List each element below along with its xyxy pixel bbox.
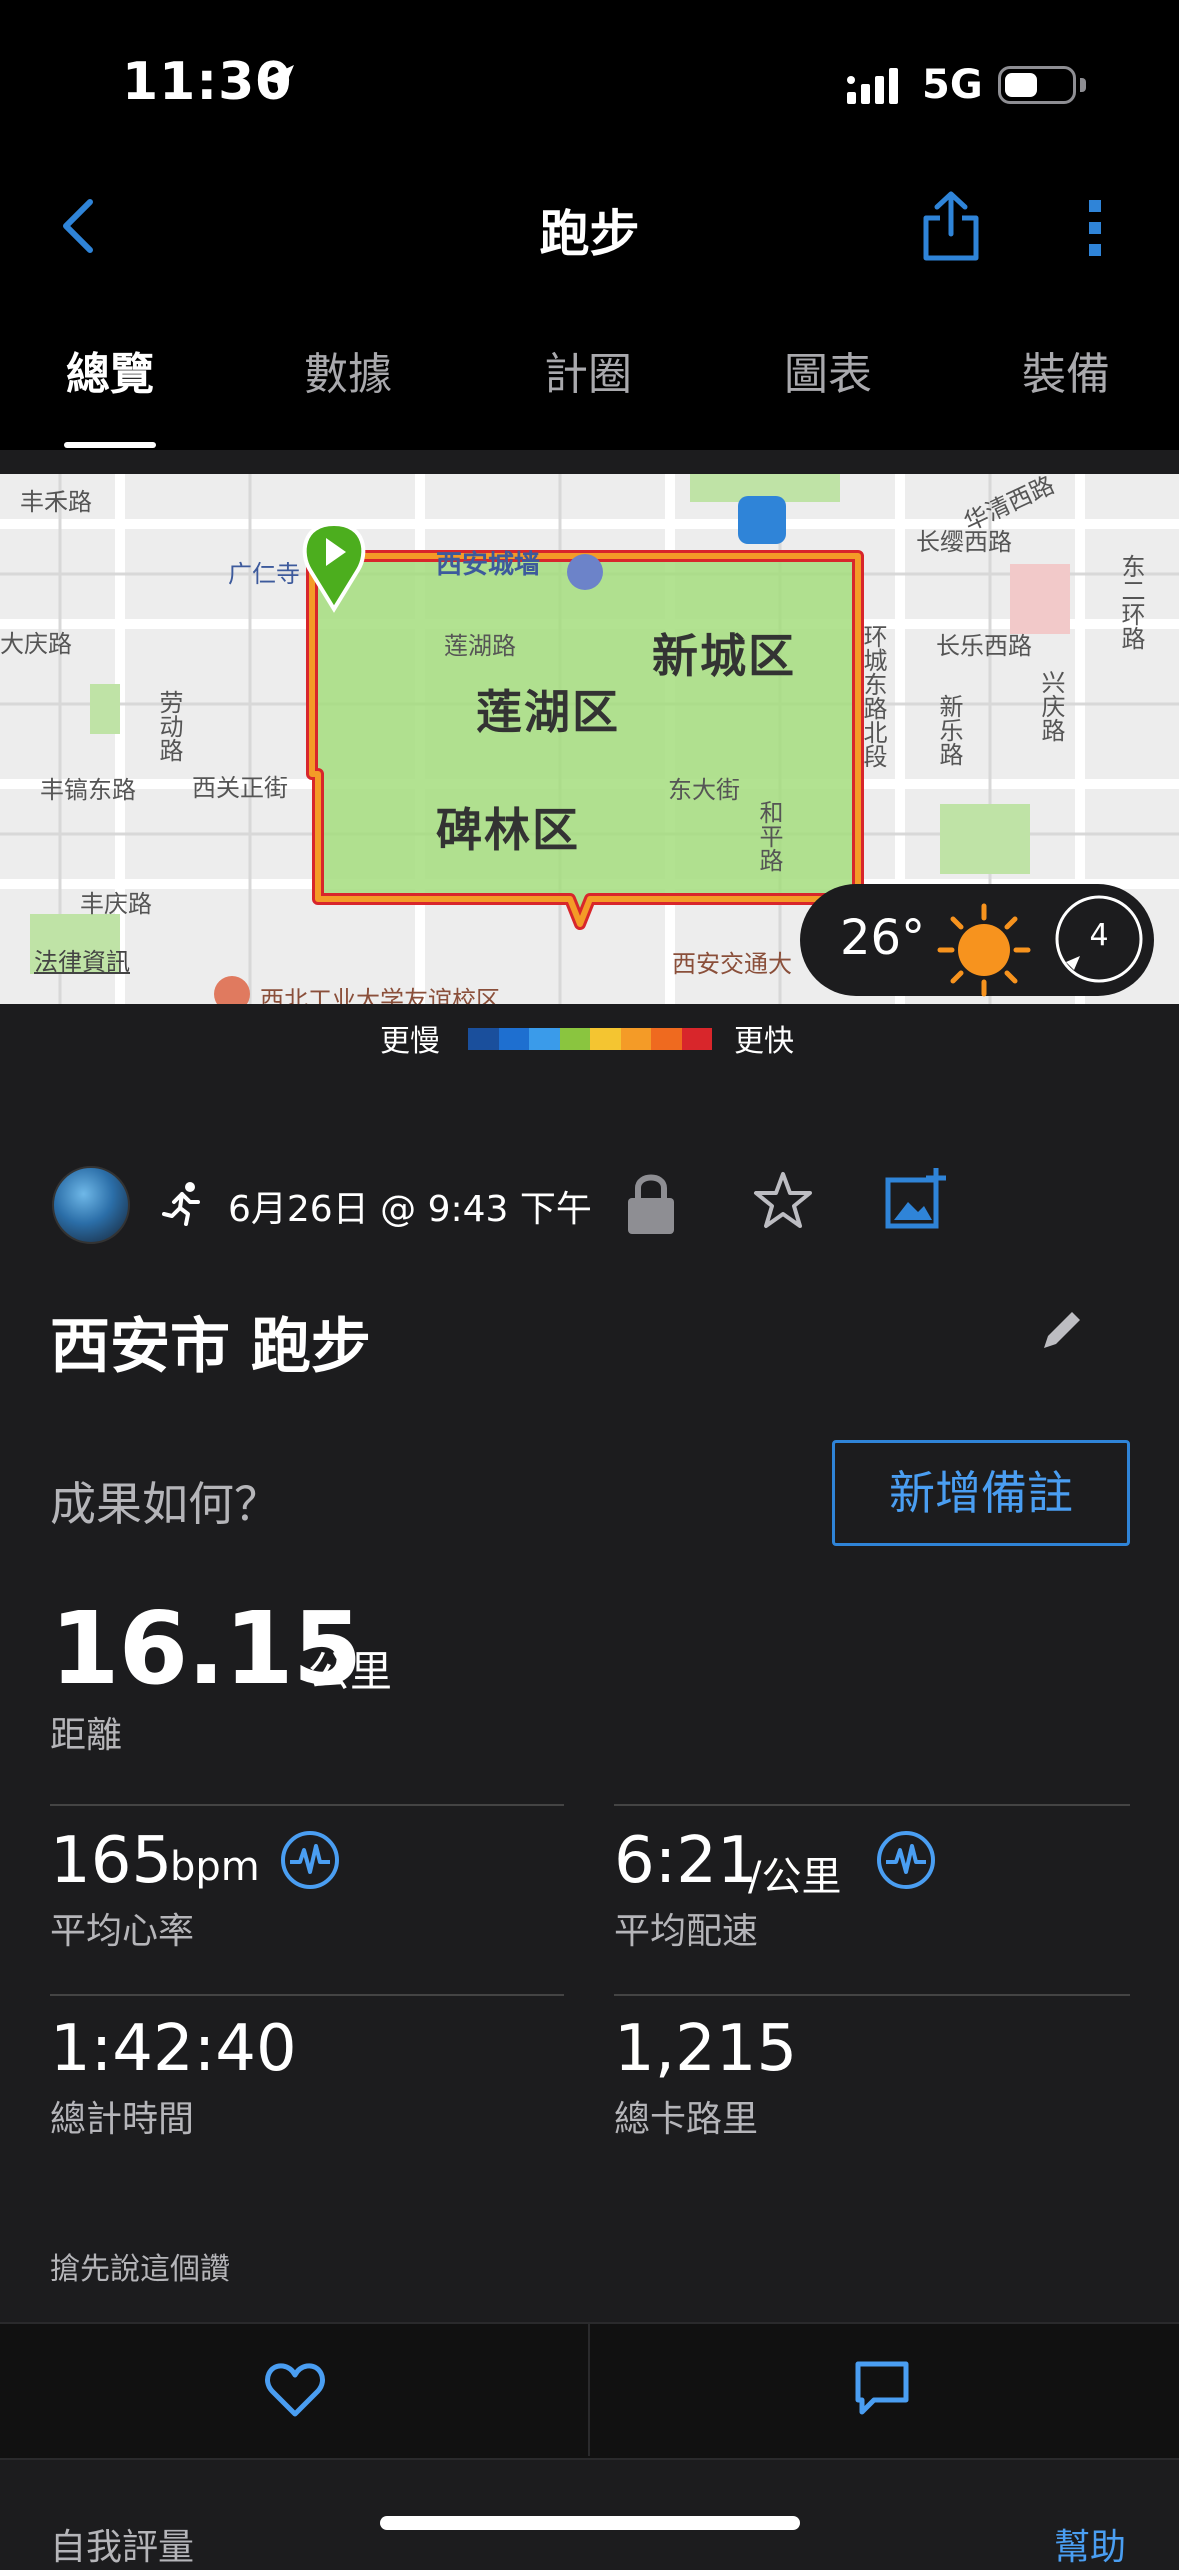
stat-divider: [50, 1994, 564, 1996]
scale-swatch: [681, 1028, 712, 1050]
map-legal-link[interactable]: 法律資訊: [34, 942, 130, 977]
help-link[interactable]: 幫助: [1054, 2518, 1126, 2570]
district-label-lianhu: 莲湖区: [476, 685, 620, 739]
map-road-label: 大庆路: [0, 630, 72, 658]
wind-speed: 4: [1089, 918, 1109, 953]
tab-overview[interactable]: 總覽: [66, 338, 154, 402]
network-type: 5G: [922, 62, 983, 108]
legend-slower: 更慢: [380, 1024, 440, 1059]
add-photo-icon[interactable]: [884, 1166, 950, 1232]
tab-data[interactable]: 數據: [304, 338, 392, 402]
pace-unit: /公里: [748, 1854, 842, 1900]
map-road-label: 劳动路: [155, 690, 183, 762]
activity-date: 6月26日 @ 9:43 下午: [228, 1189, 592, 1230]
map-road-label: 兴庆路: [1037, 670, 1065, 742]
map-road-label: 长缨西路: [916, 528, 1012, 556]
stat-divider: [614, 1994, 1130, 1996]
add-note-button[interactable]: 新增備註: [832, 1440, 1130, 1546]
scale-swatch: [529, 1028, 560, 1050]
pace-color-scale: [468, 1028, 712, 1050]
map-road-label: 东大街: [668, 776, 740, 804]
scale-swatch: [590, 1028, 621, 1050]
share-icon[interactable]: [920, 190, 982, 262]
stat-divider: [50, 1804, 564, 1806]
map-road-label: 丰镐东路: [40, 776, 136, 804]
heart-rate-value: 165: [50, 1824, 173, 1898]
heart-rate-graph-icon[interactable]: [280, 1830, 340, 1890]
avatar[interactable]: [52, 1166, 130, 1244]
more-options-icon[interactable]: [1080, 196, 1110, 260]
map-road-label: 丰禾路: [20, 488, 92, 516]
tab-laps[interactable]: 計圈: [544, 338, 632, 402]
map-poi-label: 广仁寺: [228, 560, 300, 588]
sun-icon: [937, 903, 1031, 997]
nav-divider: [0, 450, 1179, 474]
tab-charts[interactable]: 圖表: [784, 338, 872, 402]
map-poi-label: 西安交通大: [672, 950, 792, 978]
running-icon: [162, 1182, 200, 1226]
page-title: 跑步: [539, 205, 640, 263]
battery-nub: [1080, 78, 1086, 92]
comment-icon[interactable]: [852, 2358, 912, 2418]
scale-swatch: [651, 1028, 682, 1050]
calories-label: 總卡路里: [614, 2099, 759, 2140]
distance-label: 距離: [50, 1715, 123, 1756]
tab-indicator: [64, 442, 156, 448]
tab-gear[interactable]: 裝備: [1022, 338, 1110, 402]
legend-faster: 更快: [734, 1024, 794, 1059]
total-time-label: 總計時間: [50, 2099, 195, 2140]
map-poi-label: 西安城墙: [436, 550, 541, 580]
distance-unit: 公里: [308, 1647, 393, 1696]
pace-value: 6:21: [614, 1824, 758, 1898]
heart-rate-label: 平均心率: [50, 1911, 195, 1952]
scale-swatch: [468, 1028, 499, 1050]
map-road-label: 丰庆路: [80, 890, 152, 918]
map-road-label: 环城东路北段: [859, 624, 887, 768]
feedback-prompt: 成果如何？: [50, 1477, 280, 1531]
map-poi-label: 西北工业大学友谊校区: [260, 986, 500, 1004]
signal-icon: [847, 68, 898, 104]
battery-icon: [998, 66, 1076, 104]
edit-pencil-icon[interactable]: [1040, 1306, 1086, 1352]
self-evaluation-label: 自我評量: [50, 2527, 195, 2568]
pace-label: 平均配速: [614, 1911, 759, 1952]
total-time-value: 1:42:40: [50, 2012, 297, 2086]
scale-swatch: [620, 1028, 651, 1050]
map-road-label: 东二环路: [1117, 554, 1145, 650]
district-label-xincheng: 新城区: [652, 629, 796, 683]
location-arrow-icon: [262, 65, 294, 98]
activity-title: 西安市 跑步: [50, 1312, 371, 1382]
map-road-label: 新乐路: [935, 694, 963, 766]
stat-divider: [614, 1804, 1130, 1806]
map-road-label: 和平路: [755, 800, 783, 872]
action-divider: [588, 2322, 590, 2456]
calories-value: 1,215: [614, 2012, 798, 2086]
map-road-label: 长乐西路: [936, 632, 1032, 660]
map-road-label: 西关正街: [192, 774, 288, 802]
home-indicator: [380, 2516, 800, 2530]
heart-rate-unit: bpm: [170, 1844, 260, 1890]
scale-swatch: [498, 1028, 529, 1050]
like-heart-icon[interactable]: [264, 2360, 326, 2418]
lock-icon[interactable]: [624, 1170, 678, 1236]
district-label-beilin: 碑林区: [436, 803, 580, 857]
map-road-label: 莲湖路: [444, 632, 516, 660]
weather-temperature: 26°: [840, 910, 926, 966]
first-like-text: 搶先說這個讚: [50, 2252, 230, 2287]
star-icon[interactable]: [752, 1170, 814, 1232]
scale-swatch: [559, 1028, 590, 1050]
pace-graph-icon[interactable]: [876, 1830, 936, 1890]
